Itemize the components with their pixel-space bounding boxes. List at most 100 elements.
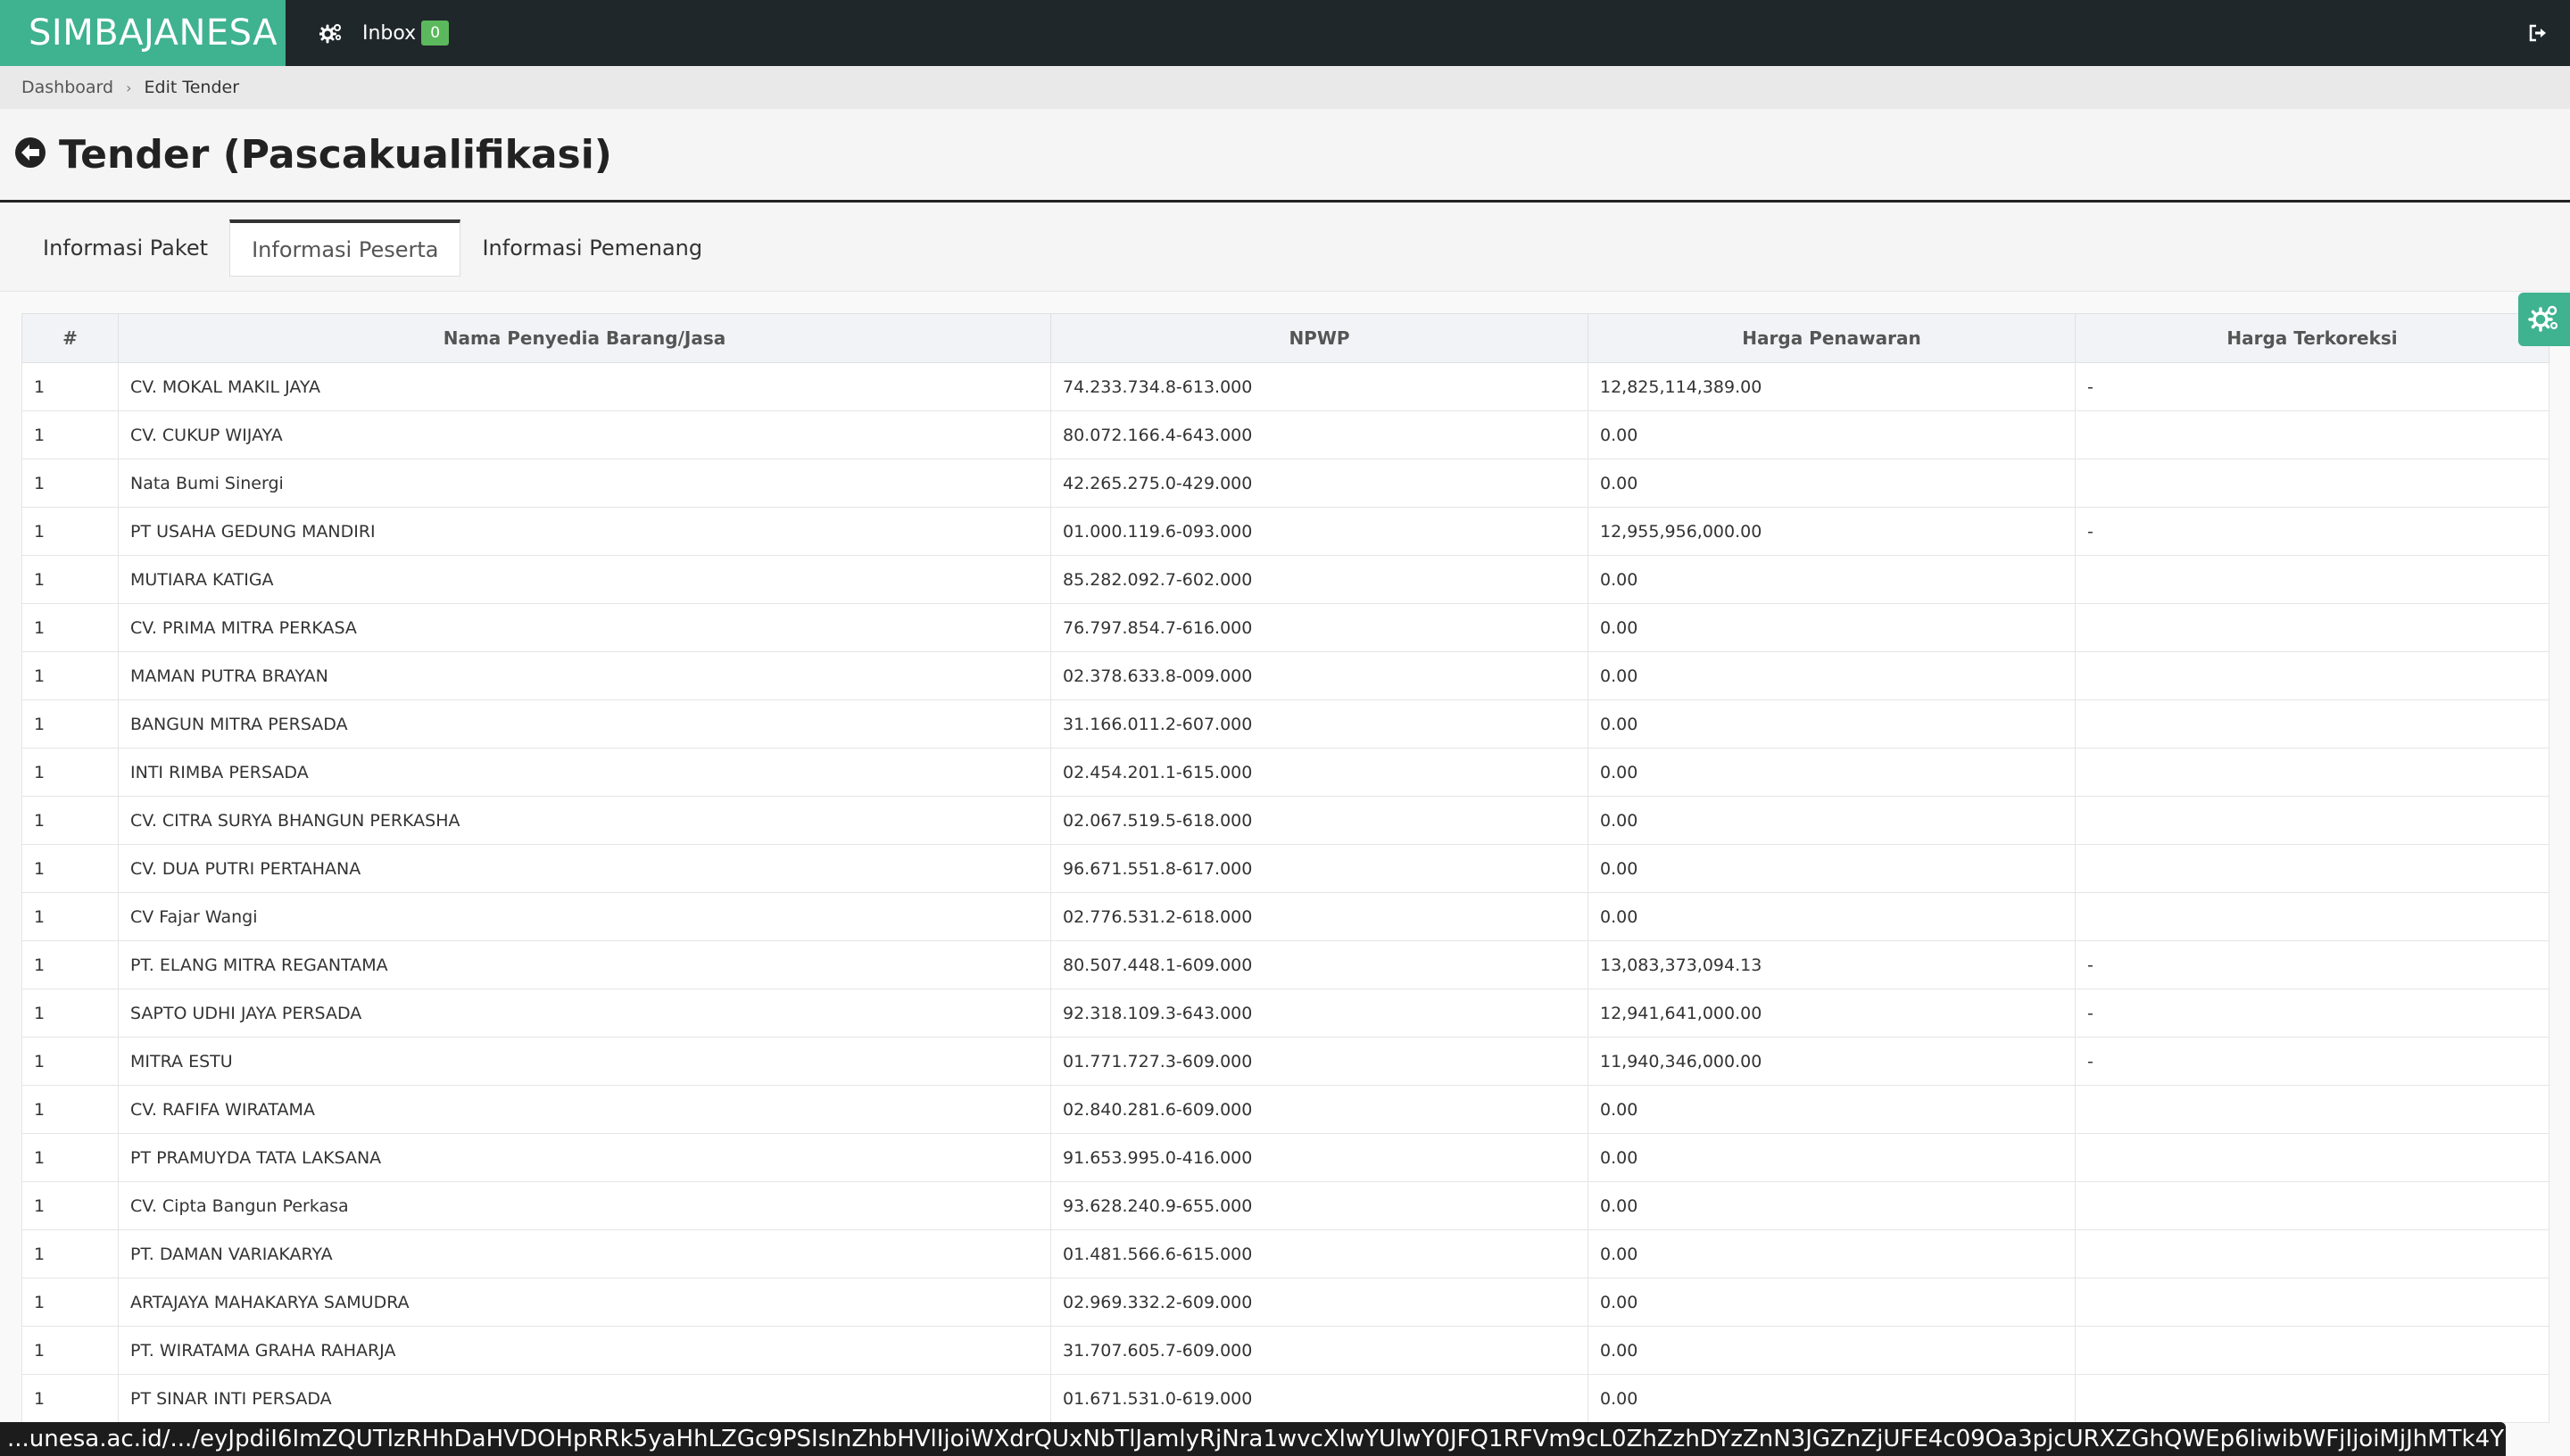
cell-provider-name: PT. WIRATAMA GRAHA RAHARJA xyxy=(118,1326,1051,1375)
cell-npwp: 01.671.531.0-619.000 xyxy=(1050,1374,1588,1423)
cell-provider-name: MITRA ESTU xyxy=(118,1037,1051,1086)
cell-provider-name: CV. CITRA SURYA BHANGUN PERKASHA xyxy=(118,796,1051,845)
cell-harga-terkoreksi: - xyxy=(2075,940,2549,989)
cell-harga-terkoreksi xyxy=(2075,1085,2549,1134)
status-bar-url: ...unesa.ac.id/.../eyJpdiI6ImZQUTlzRHhDa… xyxy=(0,1422,2506,1456)
cell-harga-penawaran: 13,083,373,094.13 xyxy=(1588,940,2076,989)
cell-row-number: 1 xyxy=(21,1229,119,1278)
table-row: 1 SAPTO UDHI JAYA PERSADA 92.318.109.3-643… xyxy=(21,989,2549,1038)
table-row: 1 PT. DAMAN VARIAKARYA 01.481.566.6-615.00… xyxy=(21,1229,2549,1278)
cell-npwp: 31.166.011.2-607.000 xyxy=(1050,699,1588,749)
cell-harga-terkoreksi: - xyxy=(2075,507,2549,556)
cell-harga-terkoreksi xyxy=(2075,699,2549,749)
cell-harga-terkoreksi xyxy=(2075,1133,2549,1182)
cell-npwp: 80.072.166.4-643.000 xyxy=(1050,410,1588,459)
cell-harga-penawaran: 0.00 xyxy=(1588,555,2076,604)
cell-npwp: 02.067.519.5-618.000 xyxy=(1050,796,1588,845)
cell-harga-terkoreksi xyxy=(2075,555,2549,604)
participants-table: # Nama Penyedia Barang/Jasa NPWP Harga P… xyxy=(21,313,2549,1423)
cell-row-number: 1 xyxy=(21,796,119,845)
cell-row-number: 1 xyxy=(21,651,119,700)
cell-npwp: 85.282.092.7-602.000 xyxy=(1050,555,1588,604)
cell-harga-penawaran: 12,941,641,000.00 xyxy=(1588,989,2076,1038)
cell-harga-penawaran: 0.00 xyxy=(1588,459,2076,508)
cell-npwp: 01.000.119.6-093.000 xyxy=(1050,507,1588,556)
cell-provider-name: CV. PRIMA MITRA PERKASA xyxy=(118,603,1051,652)
table-row: 1 PT. ELANG MITRA REGANTAMA 80.507.448.1-6… xyxy=(21,940,2549,989)
sign-out-icon[interactable] xyxy=(2529,0,2549,66)
cell-provider-name: PT SINAR INTI PERSADA xyxy=(118,1374,1051,1423)
cell-harga-terkoreksi xyxy=(2075,1229,2549,1278)
cell-harga-penawaran: 0.00 xyxy=(1588,1133,2076,1182)
cell-provider-name: MAMAN PUTRA BRAYAN xyxy=(118,651,1051,700)
cell-row-number: 1 xyxy=(21,507,119,556)
table-row: 1 MAMAN PUTRA BRAYAN 02.378.633.8-009.000 0… xyxy=(21,651,2549,700)
cell-row-number: 1 xyxy=(21,1085,119,1134)
cell-harga-terkoreksi xyxy=(2075,459,2549,508)
table-row: 1 CV. CITRA SURYA BHANGUN PERKASHA 02.067.… xyxy=(21,796,2549,845)
cell-row-number: 1 xyxy=(21,748,119,797)
cell-npwp: 42.265.275.0-429.000 xyxy=(1050,459,1588,508)
cell-harga-penawaran: 0.00 xyxy=(1588,1085,2076,1134)
cell-npwp: 01.481.566.6-615.000 xyxy=(1050,1229,1588,1278)
settings-gears-icon[interactable] xyxy=(2518,293,2570,346)
cell-row-number: 1 xyxy=(21,989,119,1038)
cell-harga-penawaran: 0.00 xyxy=(1588,1229,2076,1278)
cell-harga-penawaran: 0.00 xyxy=(1588,1374,2076,1423)
cell-row-number: 1 xyxy=(21,940,119,989)
cell-provider-name: SAPTO UDHI JAYA PERSADA xyxy=(118,989,1051,1038)
table-row: 1 CV. MOKAL MAKIL JAYA 74.233.734.8-613.00… xyxy=(21,362,2549,411)
breadcrumb-dashboard[interactable]: Dashboard xyxy=(21,78,113,97)
cell-npwp: 93.628.240.9-655.000 xyxy=(1050,1181,1588,1230)
tab-informasi-pemenang[interactable]: Informasi Pemenang xyxy=(460,219,724,277)
arrow-circle-left-icon[interactable] xyxy=(14,136,46,172)
cell-harga-terkoreksi xyxy=(2075,892,2549,941)
tabs: Informasi Paket Informasi Peserta Inform… xyxy=(0,203,2570,292)
cell-npwp: 02.776.531.2-618.000 xyxy=(1050,892,1588,941)
cell-npwp: 02.378.633.8-009.000 xyxy=(1050,651,1588,700)
column-header-number: # xyxy=(21,313,119,363)
column-header-npwp: NPWP xyxy=(1050,313,1588,363)
cell-harga-penawaran: 0.00 xyxy=(1588,844,2076,893)
page-title: Tender (Pascakualifikasi) xyxy=(59,131,612,178)
cell-row-number: 1 xyxy=(21,1037,119,1086)
cell-provider-name: Nata Bumi Sinergi xyxy=(118,459,1051,508)
cogs-icon[interactable] xyxy=(305,0,357,66)
cell-provider-name: CV Fajar Wangi xyxy=(118,892,1051,941)
page-header: Tender (Pascakualifikasi) xyxy=(0,109,2570,203)
cell-provider-name: PT PRAMUYDA TATA LAKSANA xyxy=(118,1133,1051,1182)
top-navbar: SIMBAJANESA Inbox 0 xyxy=(0,0,2570,66)
cell-row-number: 1 xyxy=(21,362,119,411)
cell-row-number: 1 xyxy=(21,892,119,941)
cell-harga-penawaran: 0.00 xyxy=(1588,603,2076,652)
table-row: 1 PT PRAMUYDA TATA LAKSANA 91.653.995.0-41… xyxy=(21,1133,2549,1182)
table-row: 1 CV. RAFIFA WIRATAMA 02.840.281.6-609.000… xyxy=(21,1085,2549,1134)
cell-npwp: 02.454.201.1-615.000 xyxy=(1050,748,1588,797)
cell-npwp: 02.969.332.2-609.000 xyxy=(1050,1278,1588,1327)
cell-harga-terkoreksi xyxy=(2075,844,2549,893)
cell-harga-penawaran: 12,955,956,000.00 xyxy=(1588,507,2076,556)
cell-row-number: 1 xyxy=(21,1181,119,1230)
cell-npwp: 76.797.854.7-616.000 xyxy=(1050,603,1588,652)
cell-harga-terkoreksi: - xyxy=(2075,989,2549,1038)
cell-harga-penawaran: 0.00 xyxy=(1588,1278,2076,1327)
cell-harga-penawaran: 0.00 xyxy=(1588,1181,2076,1230)
table-row: 1 CV. DUA PUTRI PERTAHANA 96.671.551.8-617… xyxy=(21,844,2549,893)
inbox-link[interactable]: Inbox 0 xyxy=(362,0,450,66)
cell-harga-terkoreksi xyxy=(2075,603,2549,652)
table-row: 1 CV. CUKUP WIJAYA 80.072.166.4-643.000 0.0… xyxy=(21,410,2549,459)
table-row: 1 PT. WIRATAMA GRAHA RAHARJA 31.707.605.7-… xyxy=(21,1326,2549,1375)
cell-provider-name: ARTAJAYA MAHAKARYA SAMUDRA xyxy=(118,1278,1051,1327)
column-header-harga-penawaran: Harga Penawaran xyxy=(1588,313,2076,363)
tab-informasi-peserta[interactable]: Informasi Peserta xyxy=(229,219,461,277)
breadcrumb-edit-tender: Edit Tender xyxy=(144,78,240,97)
cell-row-number: 1 xyxy=(21,1374,119,1423)
cell-provider-name: PT USAHA GEDUNG MANDIRI xyxy=(118,507,1051,556)
cell-harga-penawaran: 0.00 xyxy=(1588,699,2076,749)
table-body: 1 CV. MOKAL MAKIL JAYA 74.233.734.8-613.00… xyxy=(21,362,2549,1423)
cell-row-number: 1 xyxy=(21,1133,119,1182)
brand-logo[interactable]: SIMBAJANESA xyxy=(0,0,286,66)
cell-harga-terkoreksi xyxy=(2075,748,2549,797)
tab-informasi-paket[interactable]: Informasi Paket xyxy=(21,219,229,277)
column-header-nama-penyedia: Nama Penyedia Barang/Jasa xyxy=(118,313,1051,363)
